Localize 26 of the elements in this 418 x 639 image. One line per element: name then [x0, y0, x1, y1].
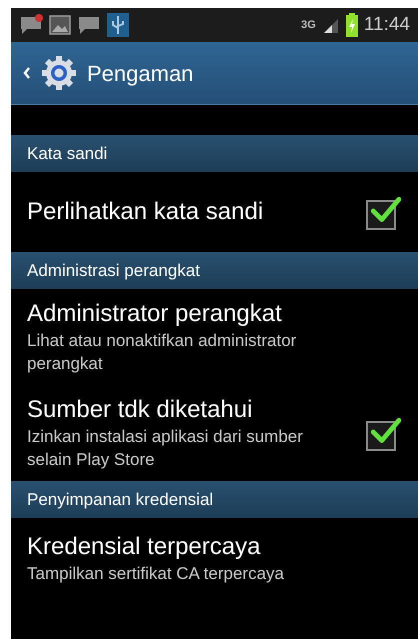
item-title: Sumber tdk diketahui [27, 395, 254, 425]
screen-title: Pengaman [87, 60, 194, 88]
item-title: Kredensial terpercaya [27, 532, 262, 562]
item-summary: Izinkan instalasi aplikasi dari sumber selain Play Store [27, 426, 304, 471]
image-icon [49, 14, 71, 36]
section-header: Administrasi perangkat [11, 252, 418, 289]
checked-checkbox[interactable] [366, 415, 402, 451]
section-header: Penyimpanan kredensial [11, 481, 418, 518]
gear-icon [41, 55, 77, 91]
clock: 11:44 [364, 12, 410, 37]
checked-checkbox[interactable] [366, 194, 402, 230]
usb-icon [107, 13, 129, 37]
item-summary: Tampilkan sertifikat CA terpercaya [27, 562, 285, 584]
settings-item[interactable]: Perlihatkan kata sandi [11, 172, 418, 252]
chat-notification-icon [19, 14, 43, 36]
settings-item[interactable]: Sumber tdk diketahui Izinkan instalasi aplikasi dari sumber selain Play Store [11, 385, 418, 481]
item-summary: Lihat atau nonaktifkan administrator perangkat [27, 330, 298, 375]
network-type: 3G [301, 20, 316, 30]
settings-item[interactable]: Administrator perangkat Lihat atau nonaktifkan administrator perangkat [11, 289, 418, 385]
item-title: Perlihatkan kata sandi [27, 197, 264, 227]
item-title: Administrator perangkat [27, 299, 283, 329]
back-icon[interactable] [23, 67, 31, 79]
chat-icon [77, 14, 101, 36]
battery-charging-icon [346, 13, 358, 37]
settings-item[interactable]: Kredensial terpercaya Tampilkan sertifikat CA terpercaya [11, 518, 418, 598]
section-header: Kata sandi [11, 135, 418, 172]
